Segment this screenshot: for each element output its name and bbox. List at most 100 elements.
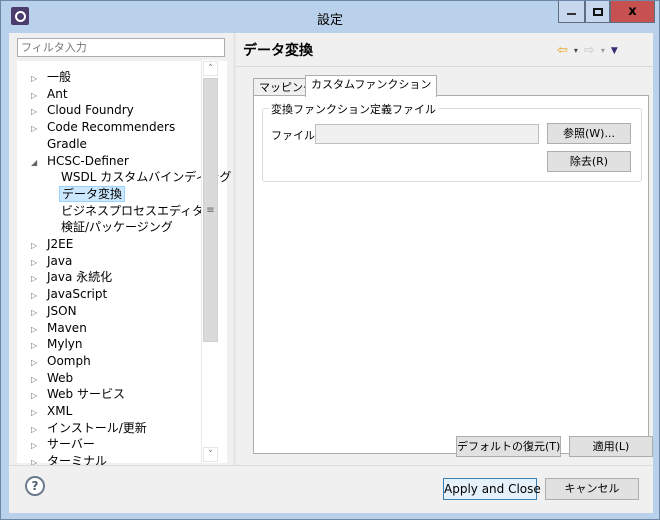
scroll-thumb[interactable]: ≡	[203, 78, 218, 342]
tree-item[interactable]: ▷ Ant	[31, 86, 70, 103]
tree-item-label: Ant	[47, 86, 68, 101]
view-menu-icon[interactable]: ▼	[611, 46, 618, 56]
tree-item[interactable]: ▷ JSON	[31, 303, 79, 320]
minimize-button[interactable]	[558, 1, 585, 23]
cancel-button[interactable]: キャンセル	[545, 478, 639, 500]
tree-item[interactable]: ▷ XML	[31, 403, 74, 420]
preferences-window: 設定 x ▷一般▷Ant▷Cloud Foundry▷Code Recommen…	[0, 0, 660, 520]
tree-item[interactable]: ▷ Web サービス	[31, 386, 127, 403]
header-divider	[236, 66, 653, 67]
tree-item-label: データ変換	[59, 185, 126, 202]
scroll-down-icon[interactable]: ˅	[203, 447, 218, 462]
pane-splitter[interactable]	[233, 33, 236, 465]
tree-item[interactable]: ▷ サーバー	[31, 436, 97, 453]
tree-item-label: Cloud Foundry	[47, 103, 134, 118]
forward-arrow-icon[interactable]: ⇨	[584, 43, 595, 58]
tree-item[interactable]: データ変換	[55, 185, 126, 203]
tree-item-label: Web サービス	[47, 387, 125, 402]
group-title: 変換ファンクション定義ファイル	[269, 101, 438, 117]
tree-item-label: JSON	[47, 303, 77, 318]
preferences-tree: ▷ 一般 ▷ Ant ▷ Cloud Foundry ▷ Code Recommenders G…	[17, 60, 231, 468]
minimize-icon	[567, 13, 576, 15]
tree-item-label: Code Recommenders	[47, 120, 176, 135]
tree-item[interactable]: ▷ Java 永続化	[31, 269, 114, 286]
tree-item-label: Mylyn	[47, 337, 83, 352]
grip-icon: ≡	[206, 204, 215, 216]
expand-arrow-icon[interactable]: ▷	[31, 237, 45, 254]
expand-arrow-icon[interactable]: ▷	[31, 437, 45, 454]
tree-item-label: Oomph	[47, 353, 91, 368]
expand-arrow-icon[interactable]: ▷	[31, 387, 45, 404]
function-definition-group: 変換ファンクション定義ファイル ファイル: 参照(W)... 除去(R)	[262, 101, 642, 182]
expand-arrow-icon[interactable]: ▷	[31, 120, 45, 137]
tree-item-label: Gradle	[47, 136, 87, 151]
expand-arrow-icon[interactable]: ▷	[31, 287, 45, 304]
browse-button[interactable]: 参照(W)...	[547, 123, 631, 144]
restore-defaults-button[interactable]: デフォルトの復元(T)	[456, 436, 561, 457]
apply-button[interactable]: 適用(L)	[569, 436, 653, 457]
tree-item[interactable]: ▷ JavaScript	[31, 286, 109, 303]
scroll-up-icon[interactable]: ˄	[203, 61, 218, 76]
expand-arrow-icon[interactable]: ▷	[31, 87, 45, 104]
collapse-arrow-icon[interactable]: ◢	[31, 154, 45, 171]
tree-item[interactable]: ▷ Java	[31, 253, 74, 270]
tree-item[interactable]: ビジネスプロセスエディタ	[55, 203, 206, 220]
file-label: ファイル:	[271, 129, 319, 142]
tree-item[interactable]: ▷ 一般	[31, 69, 73, 86]
tree-item-label: ビジネスプロセスエディタ	[61, 203, 205, 218]
expand-arrow-icon[interactable]: ▷	[31, 103, 45, 120]
tree-item[interactable]: ▷ ターミナル	[31, 453, 109, 470]
tree-item[interactable]: ▷ Oomph	[31, 353, 93, 370]
tree-item-label: JavaScript	[47, 287, 108, 302]
expand-arrow-icon[interactable]: ▷	[31, 337, 45, 354]
remove-button[interactable]: 除去(R)	[547, 151, 631, 172]
tree-item[interactable]: ◢ HCSC-Definer	[31, 153, 131, 170]
filter-input[interactable]	[17, 38, 225, 57]
close-icon: x	[628, 4, 637, 19]
apply-and-close-button[interactable]: Apply and Close	[443, 478, 541, 500]
tree-item-label: インストール/更新	[47, 420, 147, 435]
tree-item[interactable]: ▷ Maven	[31, 320, 89, 337]
expand-arrow-icon[interactable]: ▷	[31, 321, 45, 338]
expand-arrow-icon[interactable]: ▷	[31, 421, 45, 438]
maximize-button[interactable]	[585, 1, 610, 23]
tree-item[interactable]: ▷ J2EE	[31, 236, 75, 253]
tree-item-label: 検証/パッケージング	[61, 220, 173, 235]
tree-item-label: Maven	[47, 320, 87, 335]
tree-item-label: XML	[47, 404, 73, 418]
expand-arrow-icon[interactable]: ▷	[31, 371, 45, 388]
expand-arrow-icon[interactable]: ▷	[31, 354, 45, 371]
tree-item[interactable]: ▷ Web	[31, 370, 75, 387]
file-path-field[interactable]	[315, 124, 539, 144]
tree-item-label: Java	[47, 253, 73, 268]
tree-item[interactable]: ▷ インストール/更新	[31, 420, 149, 437]
tab-custom-function[interactable]: カスタムファンクション	[305, 75, 438, 97]
tree-item[interactable]: ▷ Cloud Foundry	[31, 102, 136, 119]
expand-arrow-icon[interactable]: ▷	[31, 70, 45, 87]
tree-item-label: J2EE	[47, 237, 74, 251]
tree-item[interactable]: 検証/パッケージング	[55, 219, 175, 236]
expand-arrow-icon[interactable]: ▷	[31, 304, 45, 321]
tree-item[interactable]: Gradle	[31, 136, 89, 153]
tree-item[interactable]: ▷ Mylyn	[31, 336, 85, 353]
page-navigation: ⇦ ▾ ⇨ ▾ ▼	[557, 43, 618, 58]
footer-divider	[9, 465, 653, 466]
tree-item[interactable]: ▷ Code Recommenders	[31, 119, 177, 136]
tree-item-label: HCSC-Definer	[47, 153, 129, 168]
back-dropdown-icon[interactable]: ▾	[574, 46, 578, 55]
help-icon[interactable]: ?	[25, 476, 45, 496]
forward-dropdown-icon[interactable]: ▾	[601, 46, 605, 55]
maximize-icon	[592, 7, 603, 16]
dialog-client: ▷一般▷Ant▷Cloud Foundry▷Code RecommendersG…	[9, 33, 653, 513]
expand-arrow-icon[interactable]: ▷	[31, 404, 45, 421]
tree-item-label: Web	[47, 370, 74, 385]
expand-arrow-icon[interactable]: ▷	[31, 454, 45, 471]
tree-item-label: 一般	[47, 70, 72, 84]
tree-scrollbar[interactable]: ˄ ≡ ˅	[201, 60, 218, 463]
tree-item-label: サーバー	[47, 437, 95, 452]
expand-arrow-icon[interactable]: ▷	[31, 254, 45, 271]
tree-item-label: Java 永続化	[47, 270, 113, 285]
back-arrow-icon[interactable]: ⇦	[557, 43, 568, 58]
expand-arrow-icon[interactable]: ▷	[31, 270, 45, 287]
close-button[interactable]: x	[610, 1, 655, 23]
